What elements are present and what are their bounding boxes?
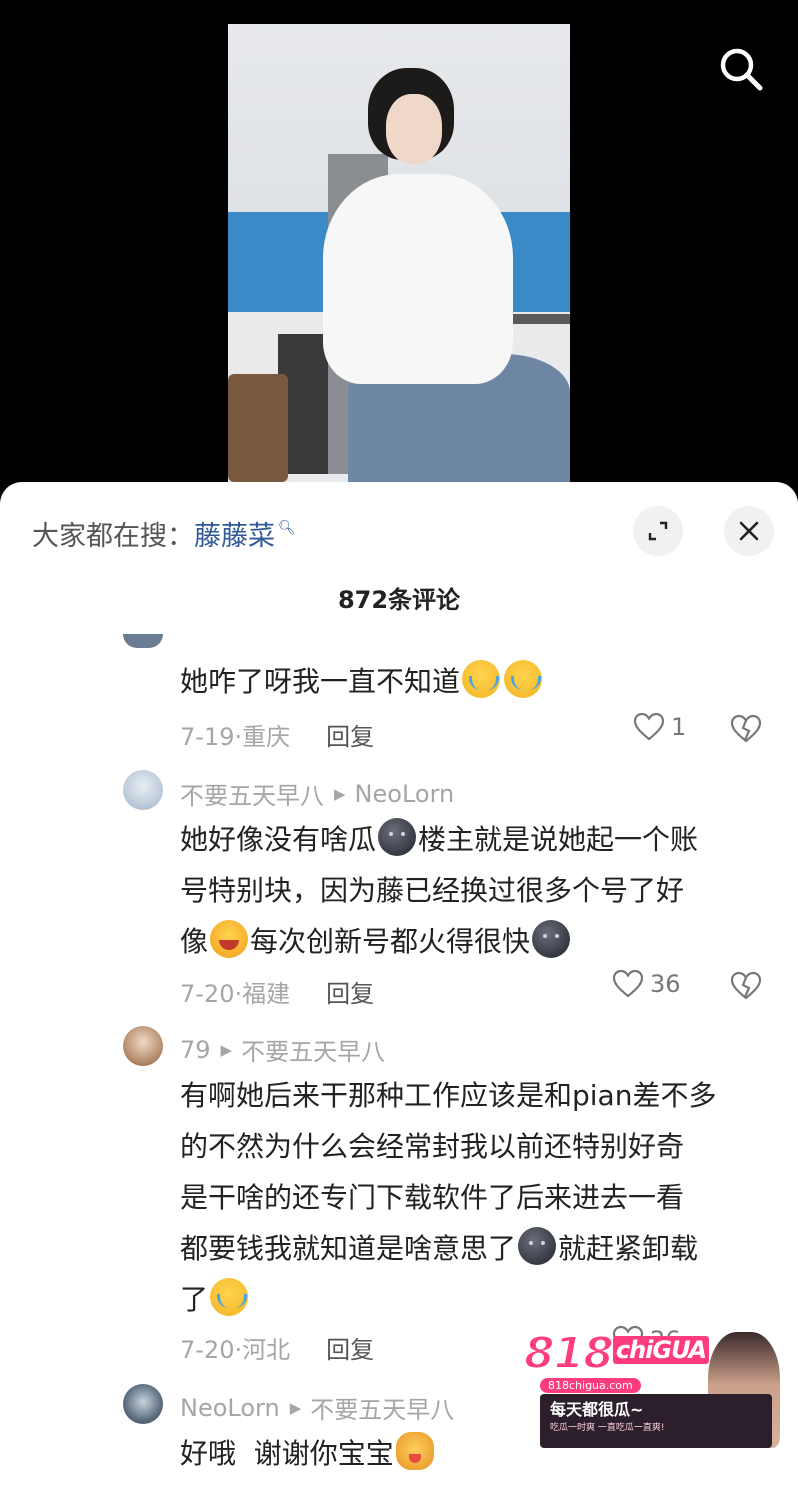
anxious-face-emoji bbox=[210, 1278, 249, 1316]
comment-author-line: NeoLorn ▶ 不要五天早八 bbox=[180, 1390, 454, 1425]
avatar[interactable] bbox=[123, 634, 163, 648]
watermark-url: 818chigua.com bbox=[540, 1378, 641, 1393]
trending-search-prefix: 大家都在搜： bbox=[32, 521, 194, 552]
reply-to-user[interactable]: 不要五天早八 bbox=[241, 1032, 385, 1067]
expand-button[interactable] bbox=[633, 506, 683, 556]
reply-arrow-icon: ▶ bbox=[334, 784, 346, 803]
comment-author-line: 不要五天早八 ▶ NeoLorn bbox=[180, 776, 454, 811]
comment-count: 872条评论 bbox=[337, 586, 461, 614]
comment-meta: 7-20·河北 回复 bbox=[180, 1330, 374, 1365]
search-icon[interactable] bbox=[716, 44, 766, 94]
reply-button[interactable]: 回复 bbox=[326, 717, 374, 752]
dark-face-emoji bbox=[378, 818, 417, 856]
comment-author[interactable]: NeoLorn bbox=[180, 1394, 280, 1422]
video-stool bbox=[228, 374, 288, 482]
watermark-slogan: 每天都很瓜~ bbox=[550, 1400, 644, 1419]
dislike-heart-icon[interactable] bbox=[730, 714, 762, 744]
reply-to-user[interactable]: 不要五天早八 bbox=[310, 1390, 454, 1425]
watermark-logo: 818 chiGUA bbox=[523, 1327, 710, 1380]
expand-icon bbox=[648, 521, 668, 541]
close-button[interactable] bbox=[724, 506, 774, 556]
avatar[interactable] bbox=[123, 1384, 163, 1424]
trending-search-link[interactable]: 大家都在搜： 藤藤菜 🔍︎ bbox=[32, 514, 296, 553]
reply-button[interactable]: 回复 bbox=[326, 974, 374, 1009]
dark-face-emoji bbox=[518, 1227, 557, 1265]
avatar[interactable] bbox=[123, 770, 163, 810]
comment-author[interactable]: 79 bbox=[180, 1036, 211, 1064]
like-button[interactable]: 1 bbox=[633, 712, 686, 742]
video-frame[interactable] bbox=[228, 24, 570, 482]
comment-date-location: 7-20·福建 bbox=[180, 980, 291, 1008]
comment-text: 她好像没有啥瓜 楼主就是说她起一个账 号特别块，因为藤已经换过很多个号了好 像每次… bbox=[180, 814, 770, 967]
watermark-ad[interactable]: 818 chiGUA 818chigua.com 每天都很瓜~ 吃瓜一时爽 一直吃… bbox=[520, 1327, 788, 1452]
video-person-face bbox=[386, 94, 442, 164]
laughing-face-emoji bbox=[210, 920, 249, 958]
comment-meta: 7-19·重庆 回复 bbox=[180, 717, 374, 752]
reply-arrow-icon: ▶ bbox=[220, 1040, 233, 1059]
close-icon bbox=[739, 521, 759, 541]
search-small-icon: 🔍︎ bbox=[278, 519, 296, 536]
like-button[interactable]: 36 bbox=[612, 969, 681, 999]
comment-author[interactable]: 不要五天早八 bbox=[180, 776, 324, 811]
dog-face-emoji bbox=[395, 1432, 434, 1470]
avatar[interactable] bbox=[123, 1026, 163, 1066]
trending-search-keyword[interactable]: 藤藤菜 bbox=[194, 514, 275, 553]
watermark-subline: 吃瓜一时爽 一直吃瓜一直爽! bbox=[550, 1423, 665, 1433]
heart-icon bbox=[612, 969, 644, 998]
dark-face-emoji bbox=[532, 920, 571, 958]
reply-button[interactable]: 回复 bbox=[326, 1330, 374, 1365]
comment-author-line: 79 ▶ 不要五天早八 bbox=[180, 1032, 385, 1067]
reply-to-user[interactable]: NeoLorn bbox=[355, 780, 455, 808]
like-count: 1 bbox=[671, 713, 687, 741]
crying-face-emoji bbox=[462, 660, 501, 698]
video-person-body bbox=[323, 174, 513, 384]
video-player[interactable] bbox=[0, 0, 798, 500]
heart-icon bbox=[633, 712, 665, 741]
crying-face-emoji bbox=[504, 660, 543, 698]
like-count: 36 bbox=[650, 970, 681, 998]
comment-text: 她咋了呀我一直不知道 bbox=[180, 656, 770, 707]
comment-date-location: 7-20·河北 bbox=[180, 1336, 291, 1364]
comment-meta: 7-20·福建 回复 bbox=[180, 974, 374, 1009]
reply-arrow-icon: ▶ bbox=[289, 1398, 302, 1417]
comment-text: 有啊她后来干那种工作应该是和pian差不多 的不然为什么会经常封我以前还特别好奇… bbox=[180, 1079, 717, 1316]
dislike-heart-icon[interactable] bbox=[730, 971, 762, 1001]
comment-date-location: 7-19·重庆 bbox=[180, 723, 291, 751]
